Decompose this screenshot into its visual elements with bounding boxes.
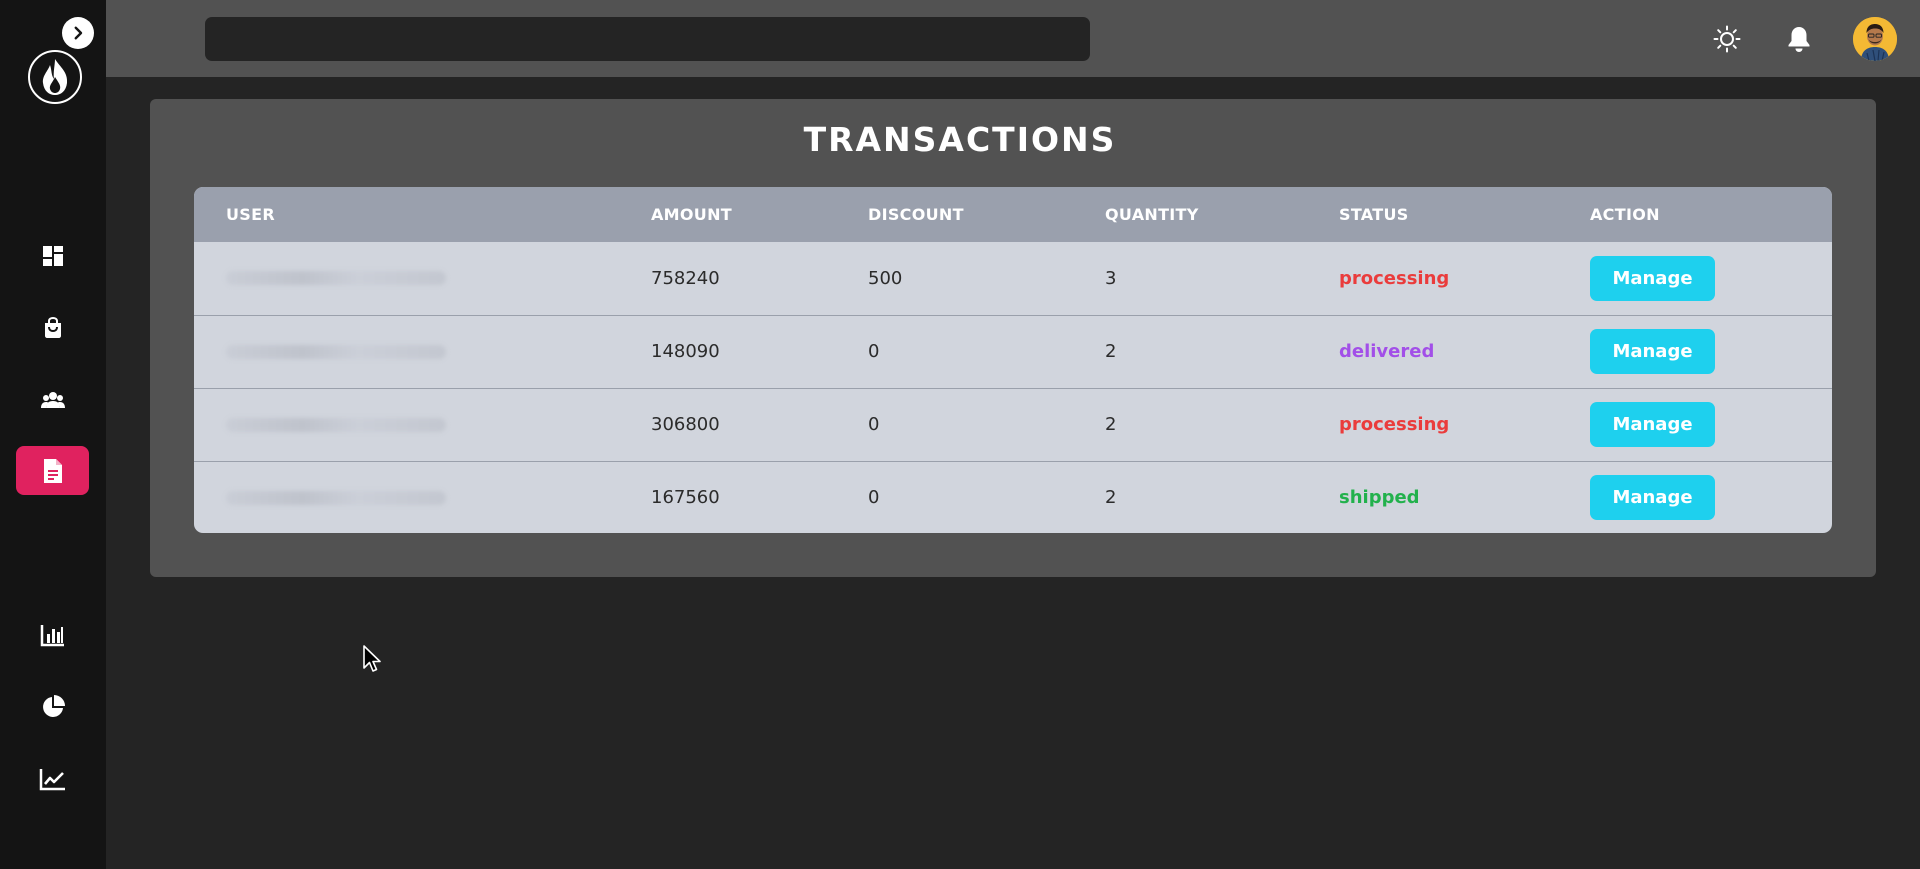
- sidebar-item-customers[interactable]: [16, 375, 89, 424]
- table-row: 758240 500 3 processing Manage: [194, 242, 1832, 315]
- notifications-button[interactable]: [1782, 22, 1816, 56]
- sidebar-item-bar-chart[interactable]: [16, 610, 89, 659]
- column-header-quantity[interactable]: QUANTITY: [1105, 187, 1339, 242]
- mouse-pointer-icon: [363, 645, 381, 672]
- user-name-blurred: [226, 344, 446, 359]
- discount-cell: 500: [868, 267, 903, 289]
- discount-cell: 0: [868, 341, 880, 362]
- column-header-status[interactable]: STATUS: [1339, 187, 1590, 242]
- shopping-bag-icon: [44, 316, 61, 338]
- column-header-discount[interactable]: DISCOUNT: [868, 187, 1105, 242]
- line-chart-icon: [39, 768, 65, 790]
- user-name-blurred: [226, 490, 446, 505]
- quantity-cell: 2: [1105, 414, 1117, 435]
- status-cell: delivered: [1339, 341, 1435, 362]
- people-icon: [40, 391, 65, 408]
- amount-cell: 167560: [651, 487, 720, 509]
- status-cell: shipped: [1339, 487, 1420, 509]
- amount-cell: 148090: [651, 341, 720, 362]
- manage-button[interactable]: Manage: [1590, 402, 1715, 447]
- quantity-cell: 3: [1105, 267, 1117, 289]
- avatar-image: [1853, 17, 1897, 61]
- user-name-blurred: [226, 417, 446, 432]
- action-cell: Manage: [1590, 461, 1832, 533]
- flame-icon: [42, 59, 68, 95]
- discount-cell: 0: [868, 487, 880, 509]
- bell-icon: [1788, 27, 1810, 52]
- user-avatar[interactable]: [1853, 17, 1897, 61]
- amount-cell: 758240: [651, 267, 720, 289]
- bar-chart-icon: [40, 624, 64, 646]
- column-header-amount[interactable]: AMOUNT: [651, 187, 868, 242]
- manage-button[interactable]: Manage: [1590, 329, 1715, 374]
- user-name-blurred: [226, 271, 446, 286]
- action-cell: Manage: [1590, 315, 1832, 388]
- user-cell: [194, 461, 651, 533]
- manage-button[interactable]: Manage: [1590, 475, 1715, 521]
- chevron-right-icon: [74, 26, 83, 40]
- sidebar-item-dashboard[interactable]: [16, 231, 89, 280]
- sidebar-item-pie-chart[interactable]: [16, 682, 89, 731]
- sidebar-item-transactions[interactable]: [16, 446, 89, 495]
- column-header-action: ACTION: [1590, 205, 1660, 224]
- pie-chart-icon: [42, 694, 65, 717]
- transactions-table: USER AMOUNT DISCOUNT QUANTITY STATUS ACT…: [194, 187, 1832, 533]
- theme-toggle-button[interactable]: [1710, 22, 1744, 56]
- status-cell: processing: [1339, 267, 1450, 289]
- status-cell: processing: [1339, 414, 1450, 435]
- amount-cell: 306800: [651, 414, 720, 435]
- document-icon: [43, 458, 62, 483]
- manage-button[interactable]: Manage: [1590, 255, 1715, 301]
- search-input[interactable]: [205, 17, 1090, 61]
- dashboard-icon: [42, 245, 63, 266]
- user-cell: [194, 242, 651, 315]
- sidebar-item-products[interactable]: [16, 303, 89, 352]
- table-row: 167560 0 2 shipped Manage: [194, 461, 1832, 533]
- sidebar-item-line-chart[interactable]: [16, 754, 89, 803]
- logo: [28, 50, 82, 104]
- table-header: USER AMOUNT DISCOUNT QUANTITY STATUS ACT…: [194, 187, 1832, 242]
- table-header-row: USER AMOUNT DISCOUNT QUANTITY STATUS ACT…: [194, 187, 1832, 242]
- discount-cell: 0: [868, 414, 880, 435]
- sun-icon: [1713, 25, 1741, 53]
- table-row: 306800 0 2 processing Manage: [194, 388, 1832, 461]
- topbar: [106, 0, 1920, 77]
- action-cell: Manage: [1590, 388, 1832, 461]
- action-cell: Manage: [1590, 242, 1832, 315]
- column-header-user[interactable]: USER: [194, 187, 651, 242]
- sidebar-collapse-button[interactable]: [62, 17, 94, 49]
- table-row: 148090 0 2 delivered Manage: [194, 315, 1832, 388]
- user-cell: [194, 315, 651, 388]
- user-cell: [194, 388, 651, 461]
- quantity-cell: 2: [1105, 341, 1117, 362]
- page-title: TRANSACTIONS: [803, 120, 1117, 159]
- quantity-cell: 2: [1105, 487, 1117, 509]
